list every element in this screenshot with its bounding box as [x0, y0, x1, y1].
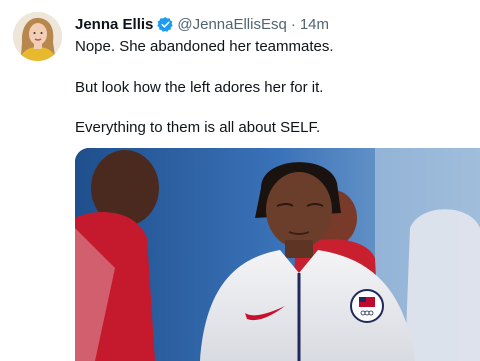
verified-badge-icon — [157, 16, 174, 33]
tweet-text-line: Nope. She abandoned her teammates. — [75, 38, 334, 55]
author-avatar[interactable] — [13, 12, 62, 61]
gymnasts-photo — [75, 148, 480, 361]
separator: · — [290, 15, 296, 33]
tweet-header: Jenna Ellis @JennaEllisEsq · 14m — [75, 14, 329, 34]
tweet-media-photo[interactable] — [75, 148, 480, 361]
tweet-text-line: Everything to them is all about SELF. — [75, 119, 321, 136]
tweet[interactable]: Jenna Ellis @JennaEllisEsq · 14m Nope. S… — [0, 0, 480, 361]
tweet-text-line: But look how the left adores her for it. — [75, 79, 324, 96]
avatar-image — [13, 12, 62, 61]
timestamp[interactable]: 14m — [300, 16, 329, 33]
author-handle[interactable]: @JennaEllisEsq — [177, 16, 286, 33]
author-name[interactable]: Jenna Ellis — [75, 16, 153, 33]
